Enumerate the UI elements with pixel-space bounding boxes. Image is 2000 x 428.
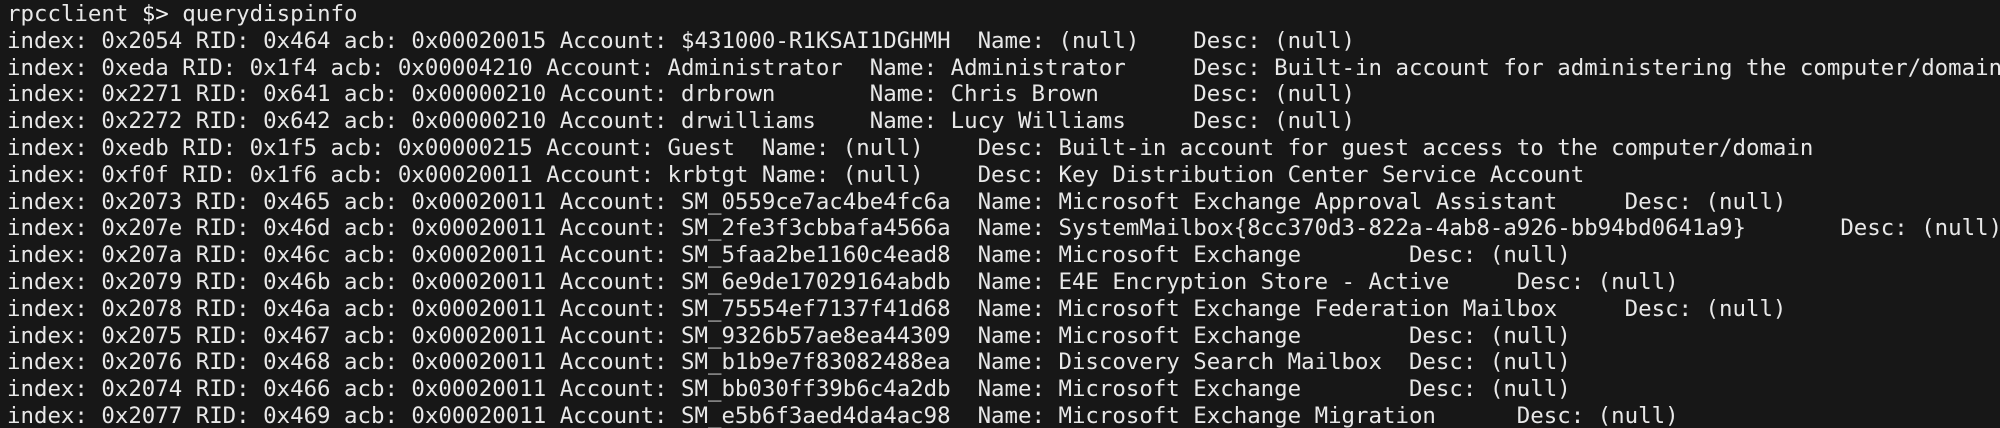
prompt-symbol: $> xyxy=(141,1,169,27)
terminal-window[interactable]: rpcclient $> querydispinfo index: 0x2054… xyxy=(0,0,2000,428)
output-line: index: 0x2078 RID: 0x46a acb: 0x00020011… xyxy=(7,295,1787,322)
output-line: index: 0x2075 RID: 0x467 acb: 0x00020011… xyxy=(7,322,1571,349)
output-line: index: 0x2073 RID: 0x465 acb: 0x00020011… xyxy=(7,188,1787,215)
output-line: index: 0xedb RID: 0x1f5 acb: 0x00000215 … xyxy=(7,134,1814,161)
output-line: index: 0x2271 RID: 0x641 acb: 0x00000210… xyxy=(7,81,1356,108)
output-line: index: 0xeda RID: 0x1f4 acb: 0x00004210 … xyxy=(7,54,2000,81)
output-line: index: 0x207e RID: 0x46d acb: 0x00020011… xyxy=(7,215,2000,242)
output-line: index: 0x2076 RID: 0x468 acb: 0x00020011… xyxy=(7,349,1571,376)
output-line: index: 0x2054 RID: 0x464 acb: 0x00020015… xyxy=(7,27,1356,54)
output-line: index: 0x2074 RID: 0x466 acb: 0x00020011… xyxy=(7,376,1571,403)
output-line: index: 0x2077 RID: 0x469 acb: 0x00020011… xyxy=(7,402,1679,428)
prompt-command: querydispinfo xyxy=(182,1,358,27)
output-line: index: 0x2272 RID: 0x642 acb: 0x00000210… xyxy=(7,108,1356,135)
output-line: index: 0x207a RID: 0x46c acb: 0x00020011… xyxy=(7,242,1571,269)
prompt-host: rpcclient xyxy=(7,1,129,27)
prompt-line: rpcclient $> querydispinfo xyxy=(7,1,2000,28)
output-line: index: 0x2079 RID: 0x46b acb: 0x00020011… xyxy=(7,268,1679,295)
output-line: index: 0xf0f RID: 0x1f6 acb: 0x00020011 … xyxy=(7,161,1585,188)
